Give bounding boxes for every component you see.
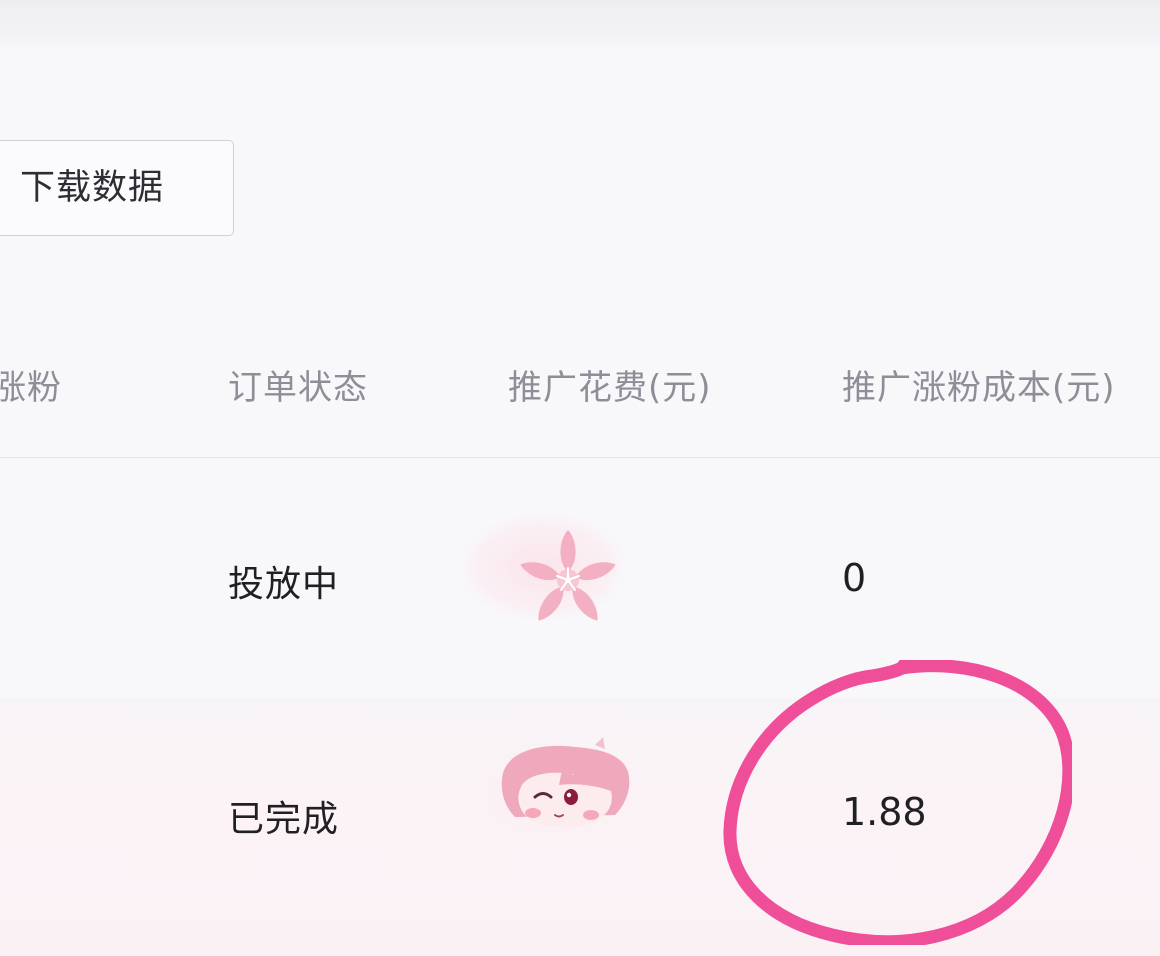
cartoon-face-sticker-icon [455, 737, 645, 845]
column-header-cost-per-follower: 推广涨粉成本(元) [842, 368, 1116, 408]
download-data-button[interactable]: 下载数据 [0, 140, 234, 236]
top-bar [0, 0, 1160, 52]
column-header-order-status: 订单状态 [228, 368, 368, 408]
data-table: 涨粉 订单状态 推广花费(元) 推广涨粉成本(元) [0, 280, 1160, 458]
cherry-blossom-sticker-icon [448, 505, 638, 629]
table-header: 涨粉 订单状态 推广花费(元) 推广涨粉成本(元) [0, 280, 1160, 458]
order-status-cell: 已完成 [228, 799, 340, 840]
order-status-cell: 投放中 [228, 564, 340, 605]
column-header-promotion-cost: 推广花费(元) [508, 368, 712, 408]
column-header-followers: 涨粉 [0, 368, 62, 408]
cost-per-follower-cell: 1.88 [842, 790, 927, 834]
cost-per-follower-cell: 0 [842, 556, 867, 600]
